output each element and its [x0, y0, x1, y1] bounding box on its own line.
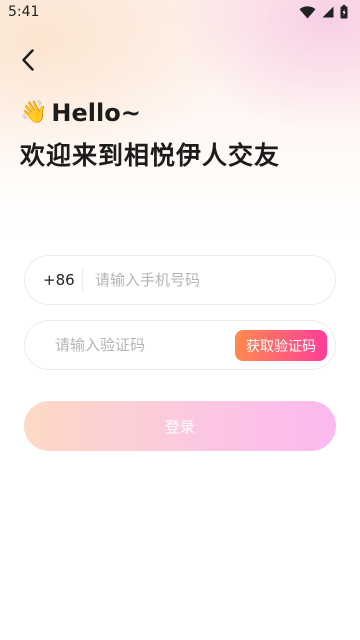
- wifi-icon: [299, 5, 316, 19]
- cellular-signal-icon: [322, 6, 334, 18]
- verification-code-field: 获取验证码: [24, 320, 336, 370]
- waving-hand-icon: 👋: [20, 100, 48, 125]
- phone-field: +86: [24, 255, 336, 305]
- chevron-left-icon: [21, 49, 35, 75]
- status-bar: 5:41: [0, 0, 360, 24]
- battery-icon: [340, 5, 348, 19]
- phone-input[interactable]: [83, 256, 313, 304]
- back-button[interactable]: [14, 48, 42, 76]
- status-time: 5:41: [8, 4, 40, 20]
- verification-code-input[interactable]: [25, 321, 225, 369]
- status-icons: [299, 5, 348, 19]
- page-title: 欢迎来到相悦伊人交友: [20, 141, 281, 170]
- get-code-button[interactable]: 获取验证码: [235, 330, 327, 361]
- country-code[interactable]: +86: [25, 267, 83, 293]
- greeting-text: Hello~: [51, 99, 141, 127]
- login-button[interactable]: 登录: [24, 401, 336, 451]
- greeting: 👋 Hello~: [20, 99, 141, 127]
